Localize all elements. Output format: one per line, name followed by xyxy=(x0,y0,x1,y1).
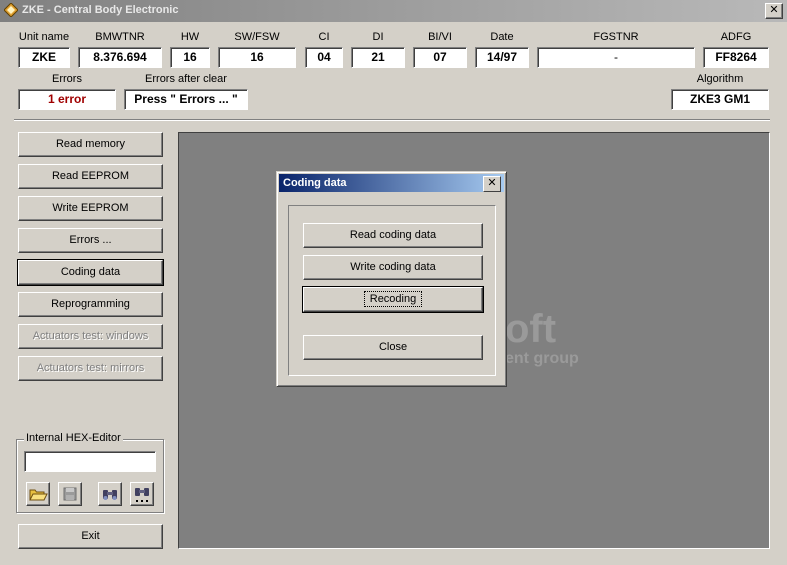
write-eeprom-button[interactable]: Write EEPROM xyxy=(18,196,163,221)
header-separator xyxy=(14,119,770,121)
read-eeprom-button[interactable]: Read EEPROM xyxy=(18,164,163,189)
read-memory-button[interactable]: Read memory xyxy=(18,132,163,157)
fgstnr-label: FGSTNR xyxy=(593,31,639,43)
hw-label: HW xyxy=(180,31,200,43)
close-icon: ✕ xyxy=(769,4,779,16)
bmwtnr-label: BMWTNR xyxy=(95,31,145,43)
fgstnr-field: - xyxy=(537,47,695,68)
app-logo-icon xyxy=(4,3,18,17)
find-button[interactable] xyxy=(98,482,122,506)
unit-name-label: Unit name xyxy=(18,31,70,43)
dialog-close-button[interactable]: ✕ xyxy=(483,176,501,192)
save-disk-icon xyxy=(63,487,77,501)
dialog-title-bar: Coding data ✕ xyxy=(279,174,504,192)
exit-button[interactable]: Exit xyxy=(18,524,163,549)
coding-data-button[interactable]: Coding data xyxy=(17,259,164,286)
bi-vi-label: BI/VI xyxy=(428,31,452,43)
find-next-binoculars-icon xyxy=(135,488,149,502)
window-title: ZKE - Central Body Electronic xyxy=(22,4,179,16)
hex-editor-input[interactable] xyxy=(24,451,156,472)
sw-fsw-label: SW/FSW xyxy=(234,31,280,43)
recoding-button-label: Recoding xyxy=(363,291,423,307)
hex-editor-label: Internal HEX-Editor xyxy=(24,432,123,444)
di-field: 21 xyxy=(351,47,405,68)
find-next-button[interactable] xyxy=(130,482,154,506)
algorithm-label: Algorithm xyxy=(696,73,744,85)
algorithm-field: ZKE3 GM1 xyxy=(671,89,769,110)
recoding-button[interactable]: Recoding xyxy=(302,286,484,313)
errors-field: 1 error xyxy=(18,89,116,110)
dialog-title: Coding data xyxy=(283,177,347,189)
actuators-test-mirrors-button[interactable]: Actuators test: mirrors xyxy=(18,356,163,381)
errors-after-clear-field: Press " Errors ... " xyxy=(124,89,248,110)
ci-label: CI xyxy=(318,31,330,43)
coding-data-dialog: Coding data ✕ Read coding data Write cod… xyxy=(276,171,507,387)
errors-label: Errors xyxy=(52,73,82,85)
adfg-label: ADFG xyxy=(720,31,752,43)
write-coding-data-button[interactable]: Write coding data xyxy=(303,255,483,280)
sw-fsw-field: 16 xyxy=(218,47,296,68)
ci-field: 04 xyxy=(305,47,343,68)
open-file-button[interactable] xyxy=(26,482,50,506)
adfg-field: FF8264 xyxy=(703,47,769,68)
window-close-button[interactable]: ✕ xyxy=(765,3,783,19)
errors-button[interactable]: Errors ... xyxy=(18,228,163,253)
open-folder-icon xyxy=(29,489,48,501)
bi-vi-field: 07 xyxy=(413,47,467,68)
bmwtnr-field: 8.376.694 xyxy=(78,47,162,68)
find-binoculars-icon xyxy=(103,490,117,500)
dialog-close-action-button[interactable]: Close xyxy=(303,335,483,360)
date-field: 14/97 xyxy=(475,47,529,68)
watermark-logo-text: oft xyxy=(505,307,557,351)
watermark-tagline: ent group xyxy=(505,350,579,367)
unit-name-field: ZKE xyxy=(18,47,70,68)
hw-field: 16 xyxy=(170,47,210,68)
read-coding-data-button[interactable]: Read coding data xyxy=(303,223,483,248)
close-icon: ✕ xyxy=(487,177,497,189)
di-label: DI xyxy=(372,31,384,43)
window-title-bar: ZKE - Central Body Electronic ✕ xyxy=(0,0,787,22)
reprogramming-button[interactable]: Reprogramming xyxy=(18,292,163,317)
save-file-button[interactable] xyxy=(58,482,82,506)
errors-after-clear-label: Errors after clear xyxy=(145,73,227,85)
actuators-test-windows-button[interactable]: Actuators test: windows xyxy=(18,324,163,349)
date-label: Date xyxy=(490,31,514,43)
